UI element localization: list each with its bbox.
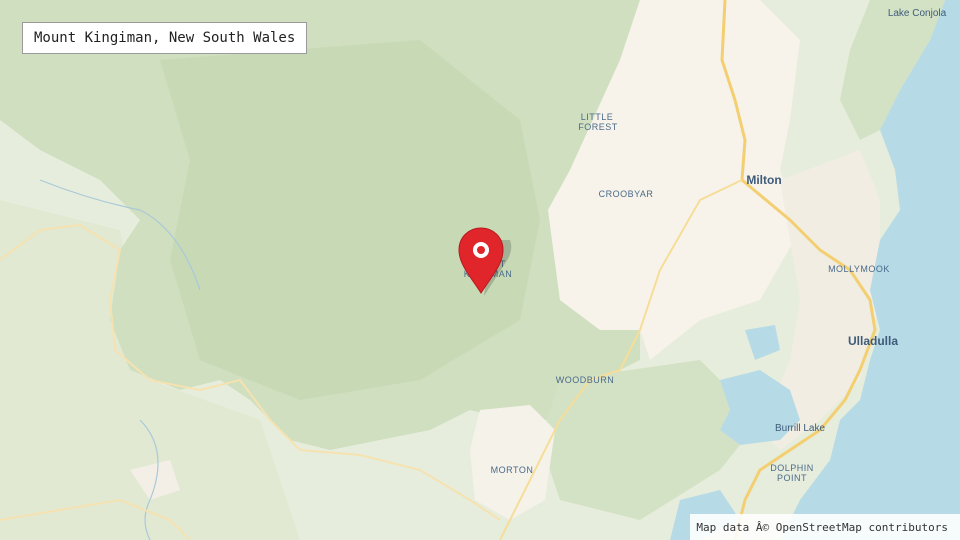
label-little-forest-line2: FOREST (578, 122, 618, 132)
label-dolphin-point-line2: POINT (777, 473, 807, 483)
label-croobyar: CROOBYAR (599, 189, 654, 199)
label-little-forest-line1: LITTLE (581, 112, 614, 122)
label-lake-conjola: Lake Conjola (888, 8, 947, 19)
label-burrill-lake: Burrill Lake (775, 423, 825, 434)
label-woodburn: WOODBURN (556, 375, 615, 385)
label-mollymook: MOLLYMOOK (828, 264, 890, 274)
label-morton: MORTON (491, 465, 534, 475)
label-milton: Milton (746, 173, 781, 187)
label-ulladulla: Ulladulla (848, 334, 898, 348)
label-dolphin-point-line1: DOLPHIN (770, 463, 814, 473)
map-attribution[interactable]: Map data Â© OpenStreetMap contributors (690, 514, 960, 540)
map-canvas[interactable]: Lake Conjola LITTLE FOREST CROOBYAR Milt… (0, 0, 960, 540)
map-title: Mount Kingiman, New South Wales (22, 22, 308, 54)
